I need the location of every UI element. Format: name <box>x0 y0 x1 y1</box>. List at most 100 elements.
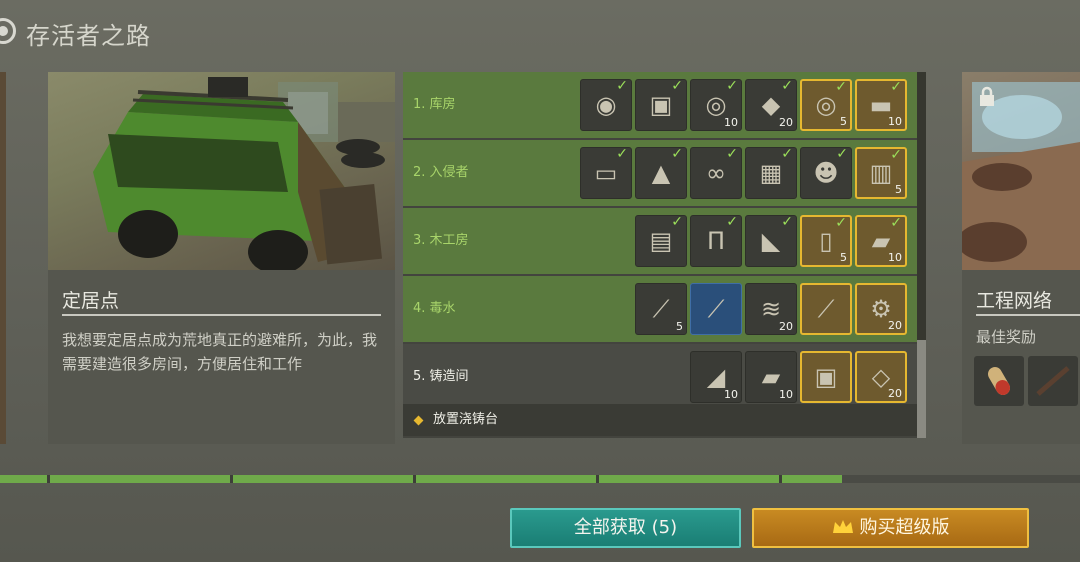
mine-icon[interactable]: ◉ ✓ <box>580 78 632 131</box>
check-icon: ✓ <box>616 146 628 162</box>
progress-separator <box>47 475 50 483</box>
tool-rack-icon[interactable]: ▤ ✓ <box>635 214 687 267</box>
diamond-bullet-icon <box>413 415 424 426</box>
item-quantity: 10 <box>724 388 738 401</box>
item-quantity: 10 <box>779 388 793 401</box>
pants-icon[interactable]: Π ✓ <box>690 214 742 267</box>
claim-all-button[interactable]: 全部获取 (5) <box>510 508 741 548</box>
check-icon: ✓ <box>835 215 847 231</box>
chapter-progress-bar <box>0 475 1080 483</box>
filter-icon[interactable]: ▥ ✓ 5 <box>855 147 907 199</box>
armor-vest-icon[interactable]: ▦ ✓ <box>745 146 797 199</box>
back-eye-icon[interactable] <box>0 18 16 44</box>
task-row[interactable]: 4. 毒水 ⟋ 5 ⟋ ≋ 20 ⟋ ⚙ 20 <box>403 276 917 342</box>
assault-rifle-icon-glyph: ⟋ <box>817 295 835 323</box>
check-icon: ✓ <box>671 214 683 230</box>
boots-icon[interactable]: ◣ ✓ <box>745 214 797 267</box>
cable-reel-icon[interactable]: ◎ ✓ 5 <box>800 79 852 131</box>
wood-block-icon[interactable]: ▰ ✓ 10 <box>855 215 907 267</box>
check-icon: ✓ <box>890 215 902 231</box>
check-icon: ✓ <box>835 79 847 95</box>
settlement-card: 定居点 我想要定居点成为荒地真正的避难所，为此，我需要建造很多房间，方便居住和工… <box>48 72 395 444</box>
progress-separator <box>596 475 599 483</box>
item-quantity: 10 <box>888 115 902 128</box>
lock-icon <box>980 86 994 106</box>
goggles-icon[interactable]: ∞ ✓ <box>690 146 742 199</box>
item-quantity: 5 <box>676 320 683 333</box>
progress-separator <box>779 475 782 483</box>
task-row[interactable]: 2. 入侵者 ▭ ✓ ▲ ✓ ∞ ✓ ▦ ✓ ☻ ✓ ▥ ✓ 5 <box>403 140 917 206</box>
chest-icon[interactable]: ▣ <box>800 351 852 403</box>
check-icon: ✓ <box>726 214 738 230</box>
task-label: 4. 毒水 <box>413 301 456 316</box>
metal-plate-icon[interactable]: ◆ ✓ 20 <box>745 78 797 131</box>
assault-rifle-icon[interactable]: ⟋ <box>800 283 852 335</box>
check-icon: ✓ <box>781 214 793 230</box>
buy-super-edition-button[interactable]: 购买超级版 <box>752 508 1029 548</box>
task-label: 5. 铸造间 <box>413 369 469 384</box>
engineering-network-card[interactable]: 工程网络 最佳奖励 <box>962 72 1080 444</box>
chest-icon-glyph: ▣ <box>814 363 838 391</box>
bag-icon[interactable]: ▭ ✓ <box>580 146 632 199</box>
wire-spool-icon[interactable]: ◎ ✓ 10 <box>690 78 742 131</box>
iron-bar-icon[interactable]: ◢ 10 <box>690 351 742 403</box>
reward-capsule-icon[interactable] <box>974 356 1024 406</box>
backpack-icon[interactable]: ▣ ✓ <box>635 78 687 131</box>
sub-task-row[interactable]: 放置浇铸台 <box>403 404 917 436</box>
gold-plank-icon[interactable]: ▰ 10 <box>745 351 797 403</box>
buy-super-edition-label: 购买超级版 <box>859 517 950 538</box>
task-list[interactable]: 5. 铸造间 ◢ 10 ▰ 10 ▣ ◇ 20 4. 毒水 ⟋ 5 ⟋ ≋ 20 ⟋ ⚙ 20 3. 木工房 ▤ ✓ Π… <box>403 72 926 438</box>
progress-fill <box>0 475 843 483</box>
check-icon: ✓ <box>616 78 628 94</box>
engine-part-icon[interactable]: ⚙ 20 <box>855 283 907 335</box>
armored-van-image <box>48 72 395 270</box>
progress-separator <box>230 475 233 483</box>
wood-plank-icon[interactable]: ▬ ✓ 10 <box>855 79 907 131</box>
item-quantity: 20 <box>779 116 793 129</box>
pine-tree-icon[interactable]: ▲ ✓ <box>635 146 687 199</box>
check-icon: ✓ <box>671 146 683 162</box>
check-icon: ✓ <box>890 147 902 163</box>
item-quantity: 5 <box>840 251 847 264</box>
check-icon: ✓ <box>726 146 738 162</box>
page-title: 存活者之路 <box>26 22 151 50</box>
task-row[interactable]: 3. 木工房 ▤ ✓ Π ✓ ◣ ✓ ▯ ✓ 5 ▰ ✓ 10 <box>403 208 917 274</box>
title-divider <box>976 314 1080 316</box>
task-row[interactable]: 5. 铸造间 ◢ 10 ▰ 10 ▣ ◇ 20 <box>403 344 917 410</box>
item-quantity: 20 <box>888 387 902 400</box>
task-scrollbar-thumb[interactable] <box>917 340 926 438</box>
item-quantity: 10 <box>724 116 738 129</box>
progress-separator <box>413 475 416 483</box>
reward-rifle-icon[interactable] <box>1028 356 1078 406</box>
title-divider <box>62 314 381 316</box>
item-quantity: 20 <box>779 320 793 333</box>
header: 存活者之路 <box>0 0 1080 66</box>
check-icon: ✓ <box>890 79 902 95</box>
task-label: 3. 木工房 <box>413 233 469 248</box>
task-label: 1. 库房 <box>413 97 456 112</box>
crown-icon <box>832 520 853 533</box>
rifle-icon[interactable]: ⟋ <box>690 283 742 335</box>
item-quantity: 5 <box>840 115 847 128</box>
spark-plug-icon[interactable]: ⟋ 5 <box>635 283 687 335</box>
sack-icon[interactable]: ▯ ✓ 5 <box>800 215 852 267</box>
item-quantity: 5 <box>895 183 902 196</box>
check-icon: ✓ <box>726 78 738 94</box>
check-icon: ✓ <box>781 146 793 162</box>
blueprint-icon[interactable]: ◇ 20 <box>855 351 907 403</box>
check-icon: ✓ <box>836 146 848 162</box>
gas-mask-icon[interactable]: ☻ ✓ <box>800 146 852 199</box>
check-icon: ✓ <box>671 78 683 94</box>
sub-task-label: 放置浇铸台 <box>433 412 499 427</box>
previous-card-edge[interactable] <box>0 72 6 444</box>
task-label: 2. 入侵者 <box>413 165 469 180</box>
item-quantity: 20 <box>888 319 902 332</box>
settlement-title: 定居点 <box>62 290 120 312</box>
rifle-icon-glyph: ⟋ <box>707 295 725 323</box>
settlement-description: 我想要定居点成为荒地真正的避难所，为此，我需要建造很多房间，方便居住和工作 <box>62 331 378 373</box>
task-row[interactable]: 1. 库房 ◉ ✓ ▣ ✓ ◎ ✓ 10 ◆ ✓ 20 ◎ ✓ 5 ▬ ✓ 10 <box>403 72 917 138</box>
check-icon: ✓ <box>781 78 793 94</box>
engineering-network-title: 工程网络 <box>976 290 1053 312</box>
spring-icon[interactable]: ≋ 20 <box>745 283 797 335</box>
item-quantity: 10 <box>888 251 902 264</box>
